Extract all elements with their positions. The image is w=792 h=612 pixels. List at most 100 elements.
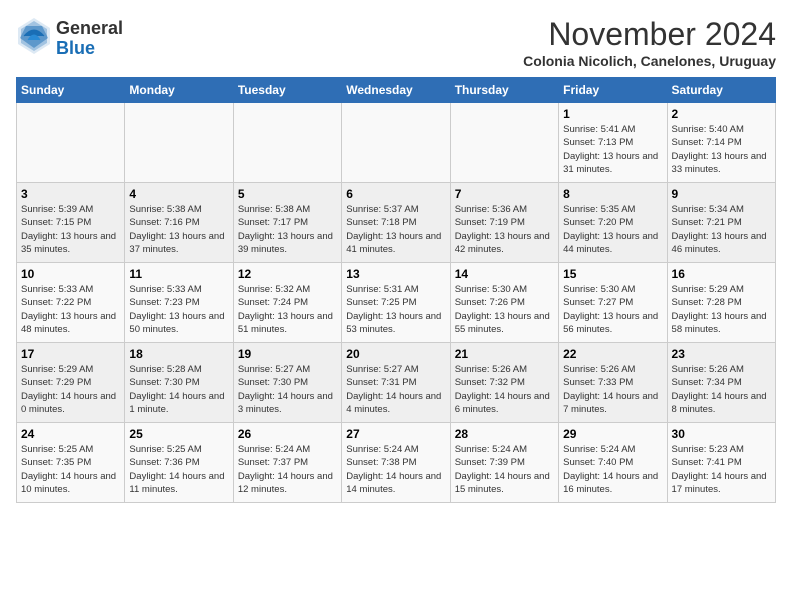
day-number: 9 [672,187,771,201]
day-info: Sunrise: 5:25 AM Sunset: 7:36 PM Dayligh… [129,443,228,496]
day-number: 23 [672,347,771,361]
day-info: Sunrise: 5:34 AM Sunset: 7:21 PM Dayligh… [672,203,771,256]
day-info: Sunrise: 5:32 AM Sunset: 7:24 PM Dayligh… [238,283,337,336]
day-header-wednesday: Wednesday [342,78,450,103]
day-number: 15 [563,267,662,281]
calendar-cell: 21 Sunrise: 5:26 AM Sunset: 7:32 PM Dayli… [450,343,558,423]
calendar-cell: 13 Sunrise: 5:31 AM Sunset: 7:25 PM Dayli… [342,263,450,343]
calendar-cell: 18 Sunrise: 5:28 AM Sunset: 7:30 PM Dayli… [125,343,233,423]
calendar-cell: 8Sunrise: 5:35 AM Sunset: 7:20 PM Daylig… [559,183,667,263]
day-info: Sunrise: 5:30 AM Sunset: 7:26 PM Dayligh… [455,283,554,336]
day-number: 26 [238,427,337,441]
calendar-cell: 14 Sunrise: 5:30 AM Sunset: 7:26 PM Dayli… [450,263,558,343]
calendar-cell: 30Sunrise: 5:23 AM Sunset: 7:41 PM Dayli… [667,423,775,503]
calendar-cell: 27 Sunrise: 5:24 AM Sunset: 7:38 PM Dayli… [342,423,450,503]
day-info: Sunrise: 5:26 AM Sunset: 7:33 PM Dayligh… [563,363,662,416]
logo-icon [16,16,52,61]
page-header: General Blue November 2024 Colonia Nicol… [16,16,776,69]
day-header-tuesday: Tuesday [233,78,341,103]
logo-general: General [56,19,123,39]
calendar-cell: 25Sunrise: 5:25 AM Sunset: 7:36 PM Dayli… [125,423,233,503]
day-info: Sunrise: 5:36 AM Sunset: 7:19 PM Dayligh… [455,203,554,256]
day-number: 12 [238,267,337,281]
calendar-table: SundayMondayTuesdayWednesdayThursdayFrid… [16,77,776,503]
day-info: Sunrise: 5:27 AM Sunset: 7:30 PM Dayligh… [238,363,337,416]
day-number: 6 [346,187,445,201]
month-title: November 2024 [523,16,776,53]
calendar-cell: 3 Sunrise: 5:39 AM Sunset: 7:15 PM Daylig… [17,183,125,263]
day-header-monday: Monday [125,78,233,103]
day-number: 21 [455,347,554,361]
location-subtitle: Colonia Nicolich, Canelones, Uruguay [523,53,776,69]
day-info: Sunrise: 5:40 AM Sunset: 7:14 PM Dayligh… [672,123,771,176]
day-number: 18 [129,347,228,361]
day-info: Sunrise: 5:26 AM Sunset: 7:32 PM Dayligh… [455,363,554,416]
day-number: 7 [455,187,554,201]
calendar-cell: 16Sunrise: 5:29 AM Sunset: 7:28 PM Dayli… [667,263,775,343]
day-info: Sunrise: 5:24 AM Sunset: 7:37 PM Dayligh… [238,443,337,496]
calendar-cell: 12 Sunrise: 5:32 AM Sunset: 7:24 PM Dayli… [233,263,341,343]
logo: General Blue [16,16,123,61]
day-number: 10 [21,267,120,281]
logo-blue: Blue [56,39,123,59]
day-number: 5 [238,187,337,201]
day-info: Sunrise: 5:38 AM Sunset: 7:17 PM Dayligh… [238,203,337,256]
calendar-cell [450,103,558,183]
day-header-sunday: Sunday [17,78,125,103]
logo-text: General Blue [56,19,123,59]
day-number: 8 [563,187,662,201]
day-info: Sunrise: 5:28 AM Sunset: 7:30 PM Dayligh… [129,363,228,416]
day-info: Sunrise: 5:38 AM Sunset: 7:16 PM Dayligh… [129,203,228,256]
calendar-cell: 20Sunrise: 5:27 AM Sunset: 7:31 PM Dayli… [342,343,450,423]
day-number: 16 [672,267,771,281]
day-number: 13 [346,267,445,281]
calendar-week-row: 24 Sunrise: 5:25 AM Sunset: 7:35 PM Dayli… [17,423,776,503]
calendar-cell: 10 Sunrise: 5:33 AM Sunset: 7:22 PM Dayli… [17,263,125,343]
day-number: 22 [563,347,662,361]
day-header-thursday: Thursday [450,78,558,103]
day-info: Sunrise: 5:24 AM Sunset: 7:39 PM Dayligh… [455,443,554,496]
day-info: Sunrise: 5:33 AM Sunset: 7:22 PM Dayligh… [21,283,120,336]
calendar-cell [17,103,125,183]
calendar-cell: 6 Sunrise: 5:37 AM Sunset: 7:18 PM Daylig… [342,183,450,263]
day-number: 27 [346,427,445,441]
day-number: 17 [21,347,120,361]
day-header-saturday: Saturday [667,78,775,103]
day-info: Sunrise: 5:24 AM Sunset: 7:40 PM Dayligh… [563,443,662,496]
calendar-cell: 19 Sunrise: 5:27 AM Sunset: 7:30 PM Dayli… [233,343,341,423]
day-info: Sunrise: 5:41 AM Sunset: 7:13 PM Dayligh… [563,123,662,176]
day-header-friday: Friday [559,78,667,103]
calendar-cell [125,103,233,183]
calendar-cell: 17Sunrise: 5:29 AM Sunset: 7:29 PM Dayli… [17,343,125,423]
calendar-cell: 22 Sunrise: 5:26 AM Sunset: 7:33 PM Dayli… [559,343,667,423]
calendar-cell [342,103,450,183]
day-info: Sunrise: 5:33 AM Sunset: 7:23 PM Dayligh… [129,283,228,336]
day-info: Sunrise: 5:30 AM Sunset: 7:27 PM Dayligh… [563,283,662,336]
day-number: 24 [21,427,120,441]
day-number: 2 [672,107,771,121]
day-info: Sunrise: 5:24 AM Sunset: 7:38 PM Dayligh… [346,443,445,496]
calendar-cell: 7 Sunrise: 5:36 AM Sunset: 7:19 PM Daylig… [450,183,558,263]
calendar-cell: 1Sunrise: 5:41 AM Sunset: 7:13 PM Daylig… [559,103,667,183]
calendar-cell: 24 Sunrise: 5:25 AM Sunset: 7:35 PM Dayli… [17,423,125,503]
day-number: 29 [563,427,662,441]
calendar-cell: 11 Sunrise: 5:33 AM Sunset: 7:23 PM Dayli… [125,263,233,343]
calendar-week-row: 1Sunrise: 5:41 AM Sunset: 7:13 PM Daylig… [17,103,776,183]
calendar-cell: 26 Sunrise: 5:24 AM Sunset: 7:37 PM Dayli… [233,423,341,503]
day-number: 30 [672,427,771,441]
day-number: 11 [129,267,228,281]
day-number: 3 [21,187,120,201]
calendar-cell: 28Sunrise: 5:24 AM Sunset: 7:39 PM Dayli… [450,423,558,503]
title-area: November 2024 Colonia Nicolich, Canelone… [523,16,776,69]
calendar-cell: 29 Sunrise: 5:24 AM Sunset: 7:40 PM Dayli… [559,423,667,503]
calendar-week-row: 10 Sunrise: 5:33 AM Sunset: 7:22 PM Dayli… [17,263,776,343]
day-info: Sunrise: 5:39 AM Sunset: 7:15 PM Dayligh… [21,203,120,256]
calendar-header-row: SundayMondayTuesdayWednesdayThursdayFrid… [17,78,776,103]
day-info: Sunrise: 5:25 AM Sunset: 7:35 PM Dayligh… [21,443,120,496]
day-number: 14 [455,267,554,281]
calendar-cell: 9 Sunrise: 5:34 AM Sunset: 7:21 PM Daylig… [667,183,775,263]
calendar-cell [233,103,341,183]
day-info: Sunrise: 5:31 AM Sunset: 7:25 PM Dayligh… [346,283,445,336]
day-info: Sunrise: 5:37 AM Sunset: 7:18 PM Dayligh… [346,203,445,256]
day-number: 19 [238,347,337,361]
